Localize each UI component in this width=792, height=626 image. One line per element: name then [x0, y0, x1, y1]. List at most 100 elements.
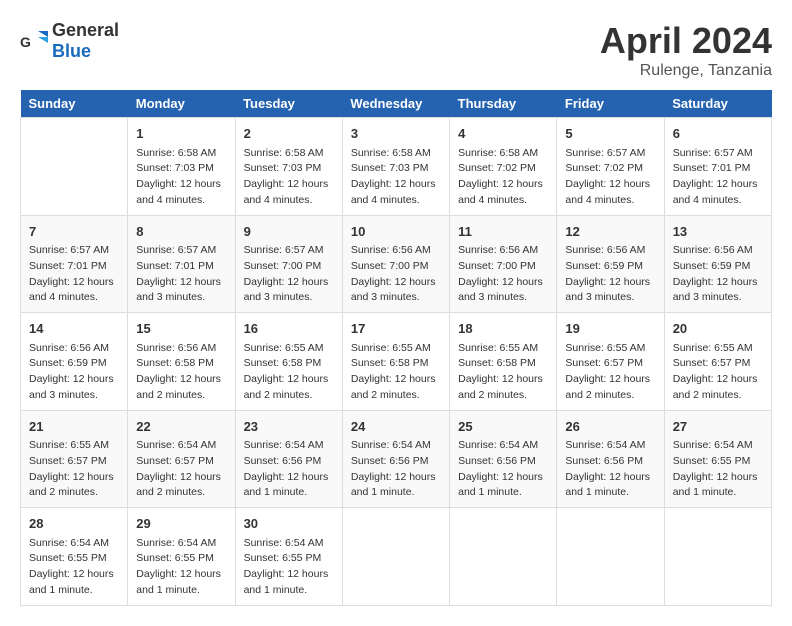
- calendar-cell: 21Sunrise: 6:55 AM Sunset: 6:57 PM Dayli…: [21, 410, 128, 508]
- calendar-week-4: 21Sunrise: 6:55 AM Sunset: 6:57 PM Dayli…: [21, 410, 772, 508]
- day-info: Sunrise: 6:57 AM Sunset: 7:01 PM Dayligh…: [29, 243, 119, 306]
- day-number: 6: [673, 124, 763, 144]
- header-day-saturday: Saturday: [664, 90, 771, 118]
- calendar-cell: 12Sunrise: 6:56 AM Sunset: 6:59 PM Dayli…: [557, 215, 664, 313]
- day-number: 19: [565, 319, 655, 339]
- day-info: Sunrise: 6:56 AM Sunset: 6:59 PM Dayligh…: [565, 243, 655, 306]
- header-day-wednesday: Wednesday: [342, 90, 449, 118]
- day-number: 10: [351, 222, 441, 242]
- day-info: Sunrise: 6:57 AM Sunset: 7:01 PM Dayligh…: [136, 243, 226, 306]
- day-number: 9: [244, 222, 334, 242]
- calendar-cell: 6Sunrise: 6:57 AM Sunset: 7:01 PM Daylig…: [664, 118, 771, 216]
- calendar-cell: 1Sunrise: 6:58 AM Sunset: 7:03 PM Daylig…: [128, 118, 235, 216]
- day-number: 12: [565, 222, 655, 242]
- calendar-cell: 25Sunrise: 6:54 AM Sunset: 6:56 PM Dayli…: [450, 410, 557, 508]
- day-info: Sunrise: 6:54 AM Sunset: 6:56 PM Dayligh…: [458, 438, 548, 501]
- calendar-cell: 30Sunrise: 6:54 AM Sunset: 6:55 PM Dayli…: [235, 508, 342, 606]
- header-day-thursday: Thursday: [450, 90, 557, 118]
- header-day-sunday: Sunday: [21, 90, 128, 118]
- day-number: 17: [351, 319, 441, 339]
- title-area: April 2024 Rulenge, Tanzania: [600, 20, 772, 80]
- day-info: Sunrise: 6:54 AM Sunset: 6:57 PM Dayligh…: [136, 438, 226, 501]
- calendar-cell: 10Sunrise: 6:56 AM Sunset: 7:00 PM Dayli…: [342, 215, 449, 313]
- day-number: 21: [29, 417, 119, 437]
- logo-general: General: [52, 20, 119, 40]
- day-number: 27: [673, 417, 763, 437]
- calendar-cell: 29Sunrise: 6:54 AM Sunset: 6:55 PM Dayli…: [128, 508, 235, 606]
- calendar-cell: [21, 118, 128, 216]
- day-info: Sunrise: 6:55 AM Sunset: 6:58 PM Dayligh…: [244, 341, 334, 404]
- day-number: 25: [458, 417, 548, 437]
- calendar-cell: 2Sunrise: 6:58 AM Sunset: 7:03 PM Daylig…: [235, 118, 342, 216]
- day-number: 11: [458, 222, 548, 242]
- day-number: 30: [244, 514, 334, 534]
- calendar-cell: 14Sunrise: 6:56 AM Sunset: 6:59 PM Dayli…: [21, 313, 128, 411]
- day-info: Sunrise: 6:57 AM Sunset: 7:02 PM Dayligh…: [565, 146, 655, 209]
- day-number: 16: [244, 319, 334, 339]
- calendar-cell: 9Sunrise: 6:57 AM Sunset: 7:00 PM Daylig…: [235, 215, 342, 313]
- calendar-cell: 28Sunrise: 6:54 AM Sunset: 6:55 PM Dayli…: [21, 508, 128, 606]
- day-number: 26: [565, 417, 655, 437]
- day-info: Sunrise: 6:58 AM Sunset: 7:03 PM Dayligh…: [244, 146, 334, 209]
- day-number: 22: [136, 417, 226, 437]
- calendar-cell: 19Sunrise: 6:55 AM Sunset: 6:57 PM Dayli…: [557, 313, 664, 411]
- day-number: 7: [29, 222, 119, 242]
- day-info: Sunrise: 6:56 AM Sunset: 7:00 PM Dayligh…: [458, 243, 548, 306]
- month-title: April 2024: [600, 20, 772, 62]
- calendar-cell: 16Sunrise: 6:55 AM Sunset: 6:58 PM Dayli…: [235, 313, 342, 411]
- day-info: Sunrise: 6:58 AM Sunset: 7:02 PM Dayligh…: [458, 146, 548, 209]
- day-number: 4: [458, 124, 548, 144]
- day-number: 5: [565, 124, 655, 144]
- calendar-cell: 24Sunrise: 6:54 AM Sunset: 6:56 PM Dayli…: [342, 410, 449, 508]
- calendar-week-3: 14Sunrise: 6:56 AM Sunset: 6:59 PM Dayli…: [21, 313, 772, 411]
- day-number: 18: [458, 319, 548, 339]
- calendar-week-1: 1Sunrise: 6:58 AM Sunset: 7:03 PM Daylig…: [21, 118, 772, 216]
- calendar-cell: 5Sunrise: 6:57 AM Sunset: 7:02 PM Daylig…: [557, 118, 664, 216]
- day-info: Sunrise: 6:56 AM Sunset: 6:59 PM Dayligh…: [29, 341, 119, 404]
- calendar-week-2: 7Sunrise: 6:57 AM Sunset: 7:01 PM Daylig…: [21, 215, 772, 313]
- calendar-cell: 26Sunrise: 6:54 AM Sunset: 6:56 PM Dayli…: [557, 410, 664, 508]
- day-info: Sunrise: 6:54 AM Sunset: 6:56 PM Dayligh…: [351, 438, 441, 501]
- logo-blue: Blue: [52, 41, 91, 61]
- calendar-cell: [664, 508, 771, 606]
- calendar-table: SundayMondayTuesdayWednesdayThursdayFrid…: [20, 90, 772, 606]
- day-info: Sunrise: 6:58 AM Sunset: 7:03 PM Dayligh…: [351, 146, 441, 209]
- calendar-header-row: SundayMondayTuesdayWednesdayThursdayFrid…: [21, 90, 772, 118]
- day-number: 3: [351, 124, 441, 144]
- day-info: Sunrise: 6:55 AM Sunset: 6:57 PM Dayligh…: [29, 438, 119, 501]
- day-number: 28: [29, 514, 119, 534]
- day-number: 24: [351, 417, 441, 437]
- header-day-tuesday: Tuesday: [235, 90, 342, 118]
- calendar-cell: [450, 508, 557, 606]
- calendar-cell: [557, 508, 664, 606]
- day-info: Sunrise: 6:57 AM Sunset: 7:01 PM Dayligh…: [673, 146, 763, 209]
- day-info: Sunrise: 6:55 AM Sunset: 6:58 PM Dayligh…: [458, 341, 548, 404]
- day-info: Sunrise: 6:56 AM Sunset: 7:00 PM Dayligh…: [351, 243, 441, 306]
- calendar-cell: [342, 508, 449, 606]
- header: G General Blue April 2024 Rulenge, Tanza…: [20, 20, 772, 80]
- day-info: Sunrise: 6:55 AM Sunset: 6:57 PM Dayligh…: [565, 341, 655, 404]
- header-day-friday: Friday: [557, 90, 664, 118]
- day-info: Sunrise: 6:54 AM Sunset: 6:55 PM Dayligh…: [136, 536, 226, 599]
- day-info: Sunrise: 6:54 AM Sunset: 6:55 PM Dayligh…: [29, 536, 119, 599]
- logo: G General Blue: [20, 20, 119, 62]
- day-info: Sunrise: 6:55 AM Sunset: 6:57 PM Dayligh…: [673, 341, 763, 404]
- day-number: 15: [136, 319, 226, 339]
- day-info: Sunrise: 6:56 AM Sunset: 6:58 PM Dayligh…: [136, 341, 226, 404]
- day-number: 13: [673, 222, 763, 242]
- calendar-cell: 7Sunrise: 6:57 AM Sunset: 7:01 PM Daylig…: [21, 215, 128, 313]
- calendar-cell: 8Sunrise: 6:57 AM Sunset: 7:01 PM Daylig…: [128, 215, 235, 313]
- svg-text:G: G: [20, 34, 31, 50]
- calendar-week-5: 28Sunrise: 6:54 AM Sunset: 6:55 PM Dayli…: [21, 508, 772, 606]
- calendar-cell: 11Sunrise: 6:56 AM Sunset: 7:00 PM Dayli…: [450, 215, 557, 313]
- day-number: 8: [136, 222, 226, 242]
- day-info: Sunrise: 6:56 AM Sunset: 6:59 PM Dayligh…: [673, 243, 763, 306]
- day-info: Sunrise: 6:54 AM Sunset: 6:55 PM Dayligh…: [244, 536, 334, 599]
- day-number: 14: [29, 319, 119, 339]
- logo-icon: G: [20, 27, 48, 55]
- day-info: Sunrise: 6:58 AM Sunset: 7:03 PM Dayligh…: [136, 146, 226, 209]
- calendar-cell: 27Sunrise: 6:54 AM Sunset: 6:55 PM Dayli…: [664, 410, 771, 508]
- calendar-cell: 20Sunrise: 6:55 AM Sunset: 6:57 PM Dayli…: [664, 313, 771, 411]
- day-info: Sunrise: 6:54 AM Sunset: 6:56 PM Dayligh…: [565, 438, 655, 501]
- calendar-cell: 15Sunrise: 6:56 AM Sunset: 6:58 PM Dayli…: [128, 313, 235, 411]
